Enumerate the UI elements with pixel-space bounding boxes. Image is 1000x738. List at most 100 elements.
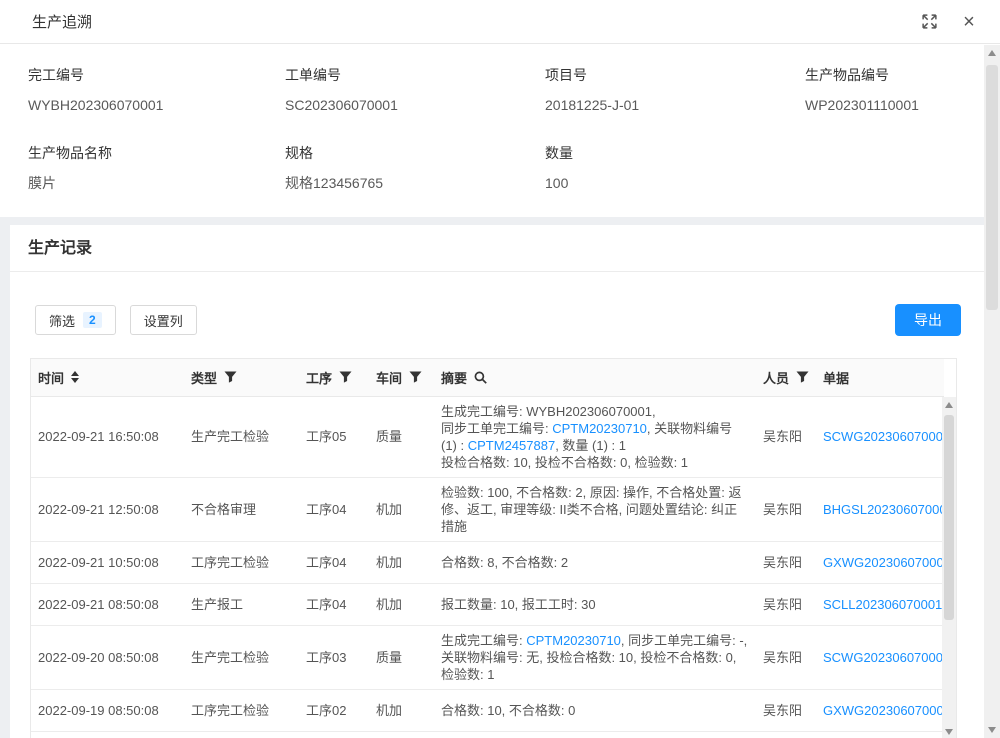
summary-text: 生成完工编号: WYBH202306070001, — [441, 404, 656, 419]
summary-text: 生成完工编号: — [441, 633, 526, 648]
column-label: 车间 — [376, 368, 402, 387]
column-header-inner: 时间 — [38, 368, 177, 387]
info-field-value: 100 — [545, 173, 805, 193]
dialog-body: 完工编号WYBH202306070001工单编号 SC202306070001项目… — [0, 45, 1000, 738]
table-row: 2022-09-18 08:50:08生产领料工序01机加领料物料编号 (1) … — [31, 731, 944, 738]
filter-icon[interactable] — [339, 371, 352, 384]
summary-doc-link[interactable]: CPTM2457887 — [468, 438, 555, 453]
cell-doc: GXWG202306070002 — [816, 689, 944, 731]
export-button[interactable]: 导出 — [895, 304, 961, 336]
cell-doc: SCLL202306070002 — [816, 731, 944, 738]
info-field: 项目号20181225-J-01 — [545, 65, 805, 115]
summary-text: 投检合格数: 10, 投检不合格数: 0, 检验数: 1 — [441, 455, 688, 470]
cell-summary: 报工数量: 10, 报工工时: 30 — [434, 583, 756, 625]
column-header-workshop[interactable]: 车间 — [369, 359, 434, 396]
doc-link[interactable]: GXWG202306070002 — [823, 703, 944, 718]
cell-process: 工序05 — [299, 396, 369, 477]
info-field-label: 工单编号 — [285, 65, 545, 85]
column-header-inner: 人员 — [763, 368, 809, 387]
cell-person: 吴东阳 — [756, 583, 816, 625]
summary-text: 同步工单完工编号: — [441, 421, 552, 436]
table-row: 2022-09-19 08:50:08工序完工检验工序02机加合格数: 10, … — [31, 689, 944, 731]
cell-type: 工序完工检验 — [184, 541, 299, 583]
column-label: 工序 — [306, 368, 332, 387]
dialog-scrollbar-thumb[interactable] — [986, 65, 998, 310]
info-field: 数量100 — [545, 143, 805, 193]
section-divider — [0, 217, 1000, 225]
column-header-type[interactable]: 类型 — [184, 359, 299, 396]
cell-workshop: 机加 — [369, 583, 434, 625]
close-icon[interactable]: × — [960, 13, 978, 31]
cell-type: 生产报工 — [184, 583, 299, 625]
scroll-up-icon[interactable] — [984, 45, 1000, 61]
table-row: 2022-09-20 08:50:08生产完工检验工序03质量生成完工编号: C… — [31, 625, 944, 689]
cell-time: 2022-09-19 08:50:08 — [31, 689, 184, 731]
cell-summary: 检验数: 100, 不合格数: 2, 原因: 操作, 不合格处置: 返修、返工,… — [434, 477, 756, 541]
info-field: 工单编号 SC202306070001 — [285, 65, 545, 115]
column-header-doc[interactable]: 单据 — [816, 359, 944, 396]
cell-workshop: 机加 — [369, 731, 434, 738]
cell-process: 工序03 — [299, 625, 369, 689]
cell-doc: GXWG202306070001 — [816, 541, 944, 583]
cell-summary: 合格数: 10, 不合格数: 0 — [434, 689, 756, 731]
search-icon[interactable] — [474, 371, 487, 384]
column-header-person[interactable]: 人员 — [756, 359, 816, 396]
table-scrollbar-thumb[interactable] — [944, 415, 954, 620]
info-field-value: 膜片 — [28, 173, 285, 193]
cell-person: 吴东阳 — [756, 396, 816, 477]
table-row: 2022-09-21 08:50:08生产报工工序04机加报工数量: 10, 报… — [31, 583, 944, 625]
column-header-inner: 类型 — [191, 368, 292, 387]
info-field-label: 项目号 — [545, 65, 805, 85]
filter-button-label: 筛选 — [49, 311, 75, 330]
cell-type: 生产领料 — [184, 731, 299, 738]
column-header-process[interactable]: 工序 — [299, 359, 369, 396]
scroll-down-icon[interactable] — [984, 722, 1000, 738]
cell-time: 2022-09-21 08:50:08 — [31, 583, 184, 625]
dialog-header: 生产追溯 × — [0, 0, 1000, 44]
cell-process: 工序04 — [299, 583, 369, 625]
summary-doc-link[interactable]: CPTM20230710 — [552, 421, 647, 436]
production-records-card: 生产记录 筛选 2 设置列 导出 时间类型工序车间摘要人员单据 2022-09-… — [10, 225, 984, 738]
cell-type: 工序完工检验 — [184, 689, 299, 731]
scroll-down-icon[interactable] — [942, 724, 956, 738]
info-field: 完工编号WYBH202306070001 — [28, 65, 285, 115]
doc-link[interactable]: SCWG202306070001 — [823, 429, 944, 444]
records-toolbar: 筛选 2 设置列 导出 — [35, 304, 961, 336]
info-field-value: SC202306070001 — [285, 95, 545, 115]
filter-button[interactable]: 筛选 2 — [35, 305, 116, 335]
summary-doc-link[interactable]: CPTM20230710 — [526, 633, 621, 648]
cell-time: 2022-09-18 08:50:08 — [31, 731, 184, 738]
cell-process: 工序04 — [299, 477, 369, 541]
column-header-summary[interactable]: 摘要 — [434, 359, 756, 396]
fullscreen-icon[interactable] — [920, 13, 938, 31]
sort-icon[interactable] — [71, 371, 79, 383]
filter-icon[interactable] — [224, 371, 237, 384]
column-label: 单据 — [823, 368, 849, 387]
cell-workshop: 机加 — [369, 477, 434, 541]
table-scrollbar[interactable] — [942, 397, 956, 738]
column-header-time[interactable]: 时间 — [31, 359, 184, 396]
doc-link[interactable]: SCLL202306070001 — [823, 597, 942, 612]
info-field: 规格规格123456765 — [285, 143, 545, 193]
filter-icon[interactable] — [409, 371, 422, 384]
records-table-container: 时间类型工序 车间 摘要人员单据 2022-09-21 16:50:08生产完工检验… — [30, 358, 957, 738]
doc-link[interactable]: BHGSL202306070001 — [823, 502, 944, 517]
cell-time: 2022-09-20 08:50:08 — [31, 625, 184, 689]
filter-icon[interactable] — [796, 371, 809, 384]
info-field-value: 规格123456765 — [285, 173, 545, 193]
cell-person: 吴东阳 — [756, 731, 816, 738]
info-field-value: WYBH202306070001 — [28, 95, 285, 115]
doc-link[interactable]: SCWG202306070002 — [823, 650, 944, 665]
doc-link[interactable]: GXWG202306070001 — [823, 555, 944, 570]
column-header-inner: 工序 — [306, 368, 362, 387]
info-field-label: 生产物品编号 — [805, 65, 960, 85]
scroll-up-icon[interactable] — [942, 397, 956, 413]
cell-time: 2022-09-21 12:50:08 — [31, 477, 184, 541]
dialog-scrollbar[interactable] — [984, 45, 1000, 738]
cell-summary: 生成完工编号: CPTM20230710, 同步工单完工编号: -, 关联物料编… — [434, 625, 756, 689]
set-columns-button[interactable]: 设置列 — [130, 305, 197, 335]
table-row: 2022-09-21 16:50:08生产完工检验工序05质量生成完工编号: W… — [31, 396, 944, 477]
cell-doc: SCWG202306070002 — [816, 625, 944, 689]
summary-text: 报工数量: 10, 报工工时: 30 — [441, 597, 596, 612]
cell-workshop: 机加 — [369, 541, 434, 583]
